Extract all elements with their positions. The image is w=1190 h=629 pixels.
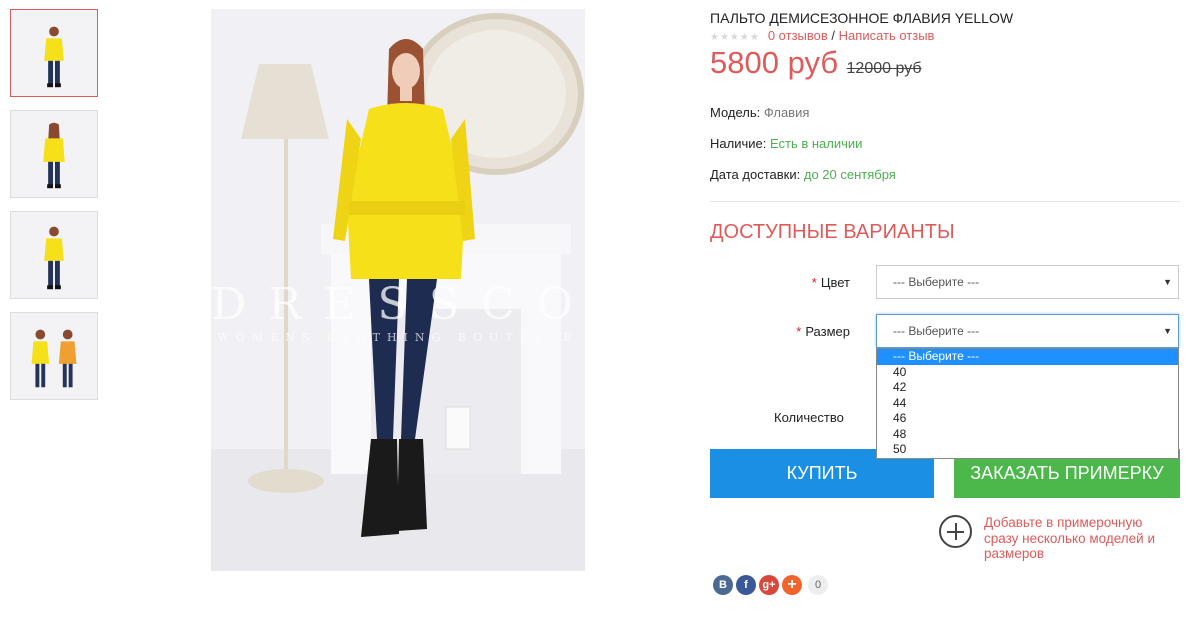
availability-label: Наличие: (710, 136, 767, 151)
thumbnail-2[interactable] (10, 110, 98, 198)
chevron-down-icon: ▼ (1163, 326, 1172, 336)
size-label-text: Размер (805, 324, 850, 339)
delivery-value: до 20 сентября (803, 167, 896, 182)
delivery-label: Дата доставки: (710, 167, 801, 182)
divider (710, 201, 1180, 202)
required-mark: * (811, 275, 817, 290)
size-select-value: --- Выберите --- (893, 324, 980, 338)
thumbnail-1[interactable] (10, 9, 98, 97)
options-section-title: ДОСТУПНЫЕ ВАРИАНТЫ (710, 221, 955, 243)
size-label: * Размер (710, 324, 850, 339)
add-to-fitting-plus-icon[interactable] (939, 515, 972, 548)
size-option[interactable]: 46 (877, 411, 1178, 427)
share-count: 0 (808, 575, 828, 595)
thumbnail-3[interactable] (10, 211, 98, 299)
quantity-label: Количество (774, 410, 844, 425)
product-main-image[interactable]: DRESSCOAT WOMENS CLOTHING BOUTIQUE (211, 9, 585, 571)
delivery-row: Дата доставки: до 20 сентября (710, 167, 896, 182)
write-review-link[interactable]: Написать отзыв (839, 28, 935, 43)
size-option[interactable]: 50 (877, 442, 1178, 458)
size-option[interactable]: 42 (877, 380, 1178, 396)
model-row: Модель: Флавия (710, 105, 809, 120)
size-option[interactable]: --- Выберите --- (877, 349, 1178, 365)
fitting-hint-text[interactable]: Добавьте в примерочную сразу несколько м… (984, 515, 1174, 562)
size-option[interactable]: 48 (877, 427, 1178, 443)
model-value: Флавия (763, 105, 810, 120)
current-price: 5800 руб (710, 45, 839, 80)
thumbnail-4[interactable] (10, 312, 98, 400)
required-mark: * (796, 324, 802, 339)
share-more-icon[interactable]: + (782, 575, 802, 595)
color-label-text: Цвет (820, 275, 850, 290)
facebook-icon[interactable]: f (736, 575, 756, 595)
availability-value: Есть в наличии (769, 136, 863, 151)
reviews-link[interactable]: 0 отзывов (768, 28, 828, 43)
rating-separator: / (831, 28, 836, 43)
color-label: * Цвет (710, 275, 850, 290)
price-row: 5800 руб 12000 руб (710, 45, 922, 81)
google-plus-icon[interactable]: g+ (759, 575, 779, 595)
model-label: Модель: (710, 105, 761, 120)
thumbnail-list (10, 9, 98, 413)
size-select[interactable]: --- Выберите --- ▼ (876, 314, 1179, 348)
vk-icon[interactable]: В (713, 575, 733, 595)
chevron-down-icon: ▼ (1163, 277, 1172, 287)
rating-row: ★★★★★ 0 отзывов / Написать отзыв (710, 28, 934, 43)
rating-stars-icon: ★★★★★ (710, 32, 760, 43)
watermark-brand: DRESSCOAT (211, 279, 585, 330)
size-option[interactable]: 44 (877, 396, 1178, 412)
color-select-value: --- Выберите --- (893, 275, 980, 289)
size-option[interactable]: 40 (877, 365, 1178, 381)
size-dropdown-list: --- Выберите --- 40 42 44 46 48 50 (876, 348, 1179, 459)
watermark-tagline: WOMENS CLOTHING BOUTIQUE (217, 331, 579, 344)
product-title: ПАЛЬТО ДЕМИСЕЗОННОЕ ФЛАВИЯ YELLOW (710, 10, 1014, 26)
availability-row: Наличие: Есть в наличии (710, 136, 862, 151)
old-price: 12000 руб (846, 60, 922, 77)
color-select[interactable]: --- Выберите --- ▼ (876, 265, 1179, 299)
